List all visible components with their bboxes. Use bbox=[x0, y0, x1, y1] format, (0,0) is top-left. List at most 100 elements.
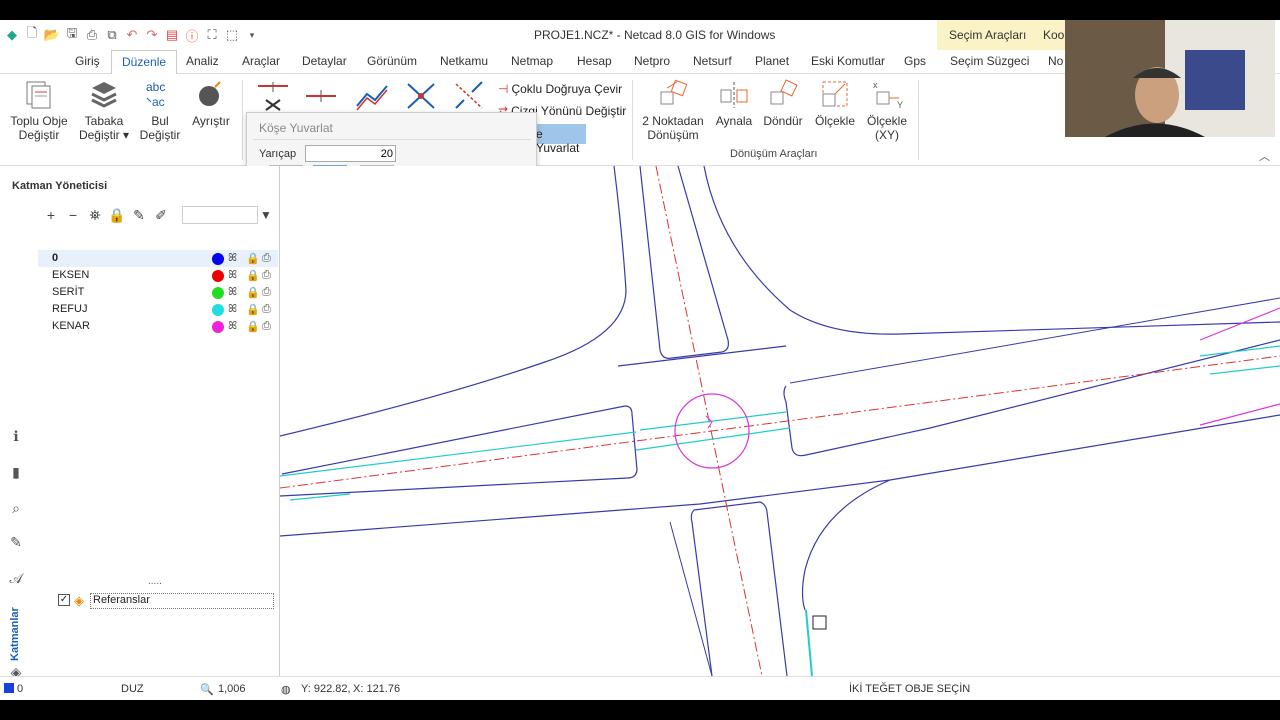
new-file-icon[interactable]: 🗋 bbox=[24, 25, 40, 43]
bul-degistir-button[interactable]: abc ac Bul Değiştir bbox=[139, 78, 181, 142]
tab-netsurf[interactable]: Netsurf bbox=[693, 54, 732, 68]
draw-mode[interactable]: DUZ bbox=[121, 683, 144, 695]
collapse-ribbon-icon[interactable]: ︿ bbox=[1259, 148, 1270, 164]
ayristir-button[interactable]: Ayrıştır bbox=[190, 78, 232, 128]
radius-input[interactable] bbox=[305, 145, 396, 162]
layer-search-input[interactable] bbox=[182, 206, 258, 224]
layer-visibility-icon[interactable]: ꕤ bbox=[228, 269, 237, 282]
tab-gps[interactable]: Gps bbox=[904, 54, 926, 68]
layer-row[interactable]: 0 ꕤ 🔒 ⎙ bbox=[38, 250, 278, 267]
undo-icon[interactable]: ↶ bbox=[124, 27, 140, 43]
layer-color-swatch[interactable] bbox=[212, 304, 224, 316]
scale-icon bbox=[822, 81, 848, 107]
tab-planet[interactable]: Planet bbox=[755, 54, 789, 68]
pin2-icon[interactable]: ✐ bbox=[152, 206, 170, 224]
layers-vertical-tab[interactable]: Katmanlar bbox=[9, 601, 21, 661]
extend-icon[interactable] bbox=[304, 88, 338, 104]
tab-netpro[interactable]: Netpro bbox=[634, 54, 670, 68]
aynala-button[interactable]: Aynala bbox=[714, 78, 754, 128]
olcekle-xy-button[interactable]: xY Ölçekle (XY) bbox=[864, 78, 910, 142]
tab-analiz[interactable]: Analiz bbox=[186, 54, 219, 68]
draw-icon[interactable]: ✎ bbox=[8, 534, 24, 550]
qat-dropdown-icon[interactable]: ▾ bbox=[244, 27, 260, 43]
trim-icon[interactable] bbox=[256, 80, 290, 112]
tab-secim-suzgeci[interactable]: Seçim Süzgeci bbox=[950, 54, 1029, 68]
kose-yuvarlat-button[interactable]: e Yuvarlat bbox=[532, 124, 586, 155]
context-tab-secim[interactable]: Seçim Araçları bbox=[937, 20, 1041, 50]
status-bar: 0 DUZ 🔍 1,006 ◍ Y: 922.82, X: 121.76 İKİ… bbox=[0, 676, 1280, 700]
current-layer[interactable]: 0 bbox=[17, 683, 23, 695]
toplu-obje-degistir-button[interactable]: Toplu Obje Değiştir bbox=[10, 78, 68, 142]
layer-lock-icon[interactable]: 🔒 bbox=[246, 320, 260, 333]
layer-visibility-icon[interactable]: ꕤ bbox=[228, 320, 237, 333]
list-icon[interactable]: ▤ bbox=[164, 27, 180, 43]
app-logo-icon[interactable]: ◆ bbox=[4, 27, 20, 43]
info-icon[interactable]: ⓘ bbox=[184, 27, 200, 44]
tab-duzenle[interactable]: Düzenle bbox=[111, 50, 178, 75]
references-row[interactable]: ✓ ◈ Referanslar bbox=[40, 592, 276, 610]
filter-icon[interactable]: ▼ bbox=[260, 208, 272, 222]
layer-visibility-icon[interactable]: ꕤ bbox=[228, 303, 237, 316]
tabaka-degistir-button[interactable]: Tabaka Değiştir ▾ bbox=[78, 78, 130, 142]
coklu-dogruya-cevir-button[interactable]: ⊣ Çoklu Doğruya Çevir bbox=[498, 82, 622, 96]
layer-print-icon[interactable]: ⎙ bbox=[262, 269, 271, 282]
layer-visibility-icon[interactable]: ꕤ bbox=[228, 252, 237, 265]
layer-print-icon[interactable]: ⎙ bbox=[262, 286, 271, 299]
splitter-handle[interactable]: ..... bbox=[148, 576, 162, 587]
dondur-button[interactable]: Döndür bbox=[762, 78, 804, 128]
lock-icon[interactable]: 🔒 bbox=[108, 206, 126, 224]
tab-netmap[interactable]: Netmap bbox=[511, 54, 553, 68]
save-icon[interactable]: 🖫 bbox=[64, 25, 80, 43]
current-layer-swatch[interactable] bbox=[4, 683, 14, 693]
print-icon[interactable]: ⎙ bbox=[84, 27, 100, 43]
iki-noktadan-donusum-button[interactable]: 2 Noktadan Dönüşüm bbox=[640, 78, 706, 142]
snap-icon[interactable]: ⛶ bbox=[204, 27, 220, 43]
olcekle-button[interactable]: Ölçekle bbox=[814, 78, 856, 128]
layer-print-icon[interactable]: ⎙ bbox=[262, 320, 271, 333]
layer-print-icon[interactable]: ⎙ bbox=[262, 303, 271, 316]
text-icon[interactable]: 𝒜 bbox=[8, 570, 24, 586]
tab-hesap[interactable]: Hesap bbox=[577, 54, 612, 68]
layer-lock-icon[interactable]: 🔒 bbox=[246, 252, 260, 265]
info-icon[interactable]: ℹ bbox=[8, 428, 24, 444]
add-layer-icon[interactable]: + bbox=[42, 206, 60, 224]
drawing-canvas[interactable] bbox=[280, 166, 1280, 676]
layer-lock-icon[interactable]: 🔒 bbox=[246, 303, 260, 316]
tab-no[interactable]: No bbox=[1048, 54, 1063, 68]
tab-netkamu[interactable]: Netkamu bbox=[440, 54, 488, 68]
layer-color-swatch[interactable] bbox=[212, 321, 224, 333]
layer-color-swatch[interactable] bbox=[212, 253, 224, 265]
remove-layer-icon[interactable]: − bbox=[64, 206, 82, 224]
search-icon[interactable]: ⌕ bbox=[8, 500, 24, 516]
intersect-icon[interactable] bbox=[404, 80, 438, 112]
layer-lock-icon[interactable]: 🔒 bbox=[246, 269, 260, 282]
tab-araclar[interactable]: Araçlar bbox=[242, 54, 280, 68]
zoom-level[interactable]: 1,006 bbox=[218, 683, 246, 695]
layer-row[interactable]: EKSEN ꕤ 🔒 ⎙ bbox=[38, 267, 278, 284]
tab-detaylar[interactable]: Detaylar bbox=[302, 54, 347, 68]
layer-visibility-icon[interactable]: ꕤ bbox=[228, 286, 237, 299]
layer-color-swatch[interactable] bbox=[212, 287, 224, 299]
webcam-overlay bbox=[1065, 20, 1275, 137]
tab-giris[interactable]: Giriş bbox=[75, 54, 100, 68]
tab-gorunum[interactable]: Görünüm bbox=[367, 54, 417, 68]
visibility-icon[interactable]: ⛯ bbox=[86, 206, 104, 224]
layer-row[interactable]: REFUJ ꕤ 🔒 ⎙ bbox=[38, 301, 278, 318]
polyline-icon[interactable] bbox=[355, 80, 389, 112]
tab-eski-komutlar[interactable]: Eski Komutlar bbox=[811, 54, 885, 68]
select-icon[interactable]: ⬚ bbox=[224, 27, 240, 43]
window-title: PROJE1.NCZ* - Netcad 8.0 GIS for Windows bbox=[534, 28, 776, 42]
redo-icon[interactable]: ↷ bbox=[144, 27, 160, 43]
references-checkbox[interactable]: ✓ bbox=[58, 594, 70, 606]
book-icon[interactable]: ▮ bbox=[8, 464, 24, 480]
layer-row[interactable]: SERİT ꕤ 🔒 ⎙ bbox=[38, 284, 278, 301]
layer-row[interactable]: KENAR ꕤ 🔒 ⎙ bbox=[38, 318, 278, 335]
break-icon[interactable] bbox=[452, 80, 486, 112]
layer-print-icon[interactable]: ⎙ bbox=[262, 252, 271, 265]
references-layers-icon: ◈ bbox=[74, 593, 84, 608]
pin-icon[interactable]: ✎ bbox=[130, 206, 148, 224]
layer-color-swatch[interactable] bbox=[212, 270, 224, 282]
copy-icon[interactable]: ⧉ bbox=[104, 27, 120, 43]
layer-lock-icon[interactable]: 🔒 bbox=[246, 286, 260, 299]
open-folder-icon[interactable]: 📂 bbox=[44, 27, 60, 43]
